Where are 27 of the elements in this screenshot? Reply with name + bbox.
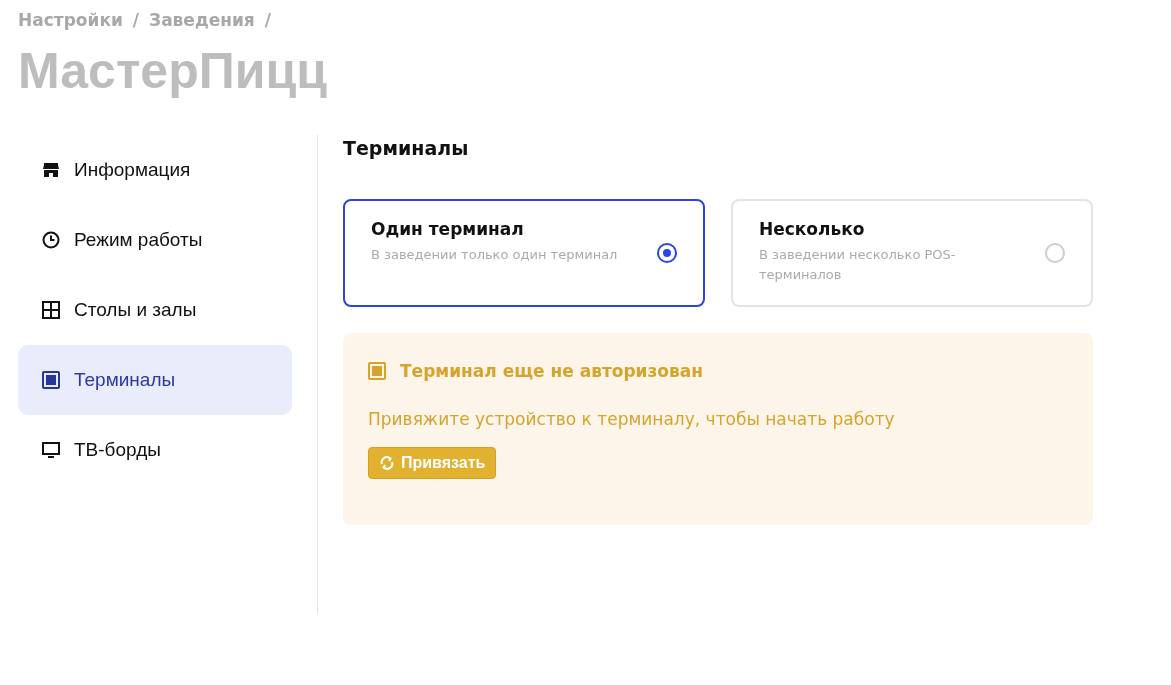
store-icon xyxy=(42,161,60,179)
breadcrumb: Заведения xyxy=(149,10,255,30)
sidebar-item[interactable]: Столы и залы xyxy=(18,275,292,345)
radio-button[interactable] xyxy=(657,243,677,263)
breadcrumb: / xyxy=(264,10,271,30)
sidebar-item[interactable]: Терминалы xyxy=(18,345,292,415)
option-description: В заведении несколько POS-терминалов xyxy=(759,246,957,284)
page-title: МастерПицц xyxy=(18,42,328,100)
sidebar-item[interactable]: ТВ-борды xyxy=(18,415,292,485)
section-heading: Терминалы xyxy=(343,137,470,159)
sidebar-item[interactable]: Информация xyxy=(18,135,292,205)
breadcrumb: Настройки xyxy=(18,10,123,30)
clock-icon xyxy=(42,231,60,249)
sidebar-item[interactable]: Режим работы xyxy=(18,205,292,275)
grid-icon xyxy=(42,301,60,319)
monitor-icon xyxy=(42,441,60,459)
refresh-icon xyxy=(379,455,395,471)
option-card[interactable]: Несколько В заведении несколько POS-терминалов xyxy=(731,199,1093,307)
screen-icon xyxy=(42,371,60,389)
breadcrumb: / xyxy=(132,10,140,30)
option-title: Несколько xyxy=(759,219,866,239)
option-card[interactable]: Один терминал В заведении только один терминал xyxy=(343,199,705,307)
screen-icon xyxy=(368,362,386,380)
option-description: В заведении только один терминал xyxy=(371,246,619,264)
alert-message: Привяжите устройство к терминалу, чтобы начать работу xyxy=(368,409,896,429)
option-title: Один терминал xyxy=(371,219,525,239)
alert-title: Терминал еще не авторизован xyxy=(400,361,704,381)
